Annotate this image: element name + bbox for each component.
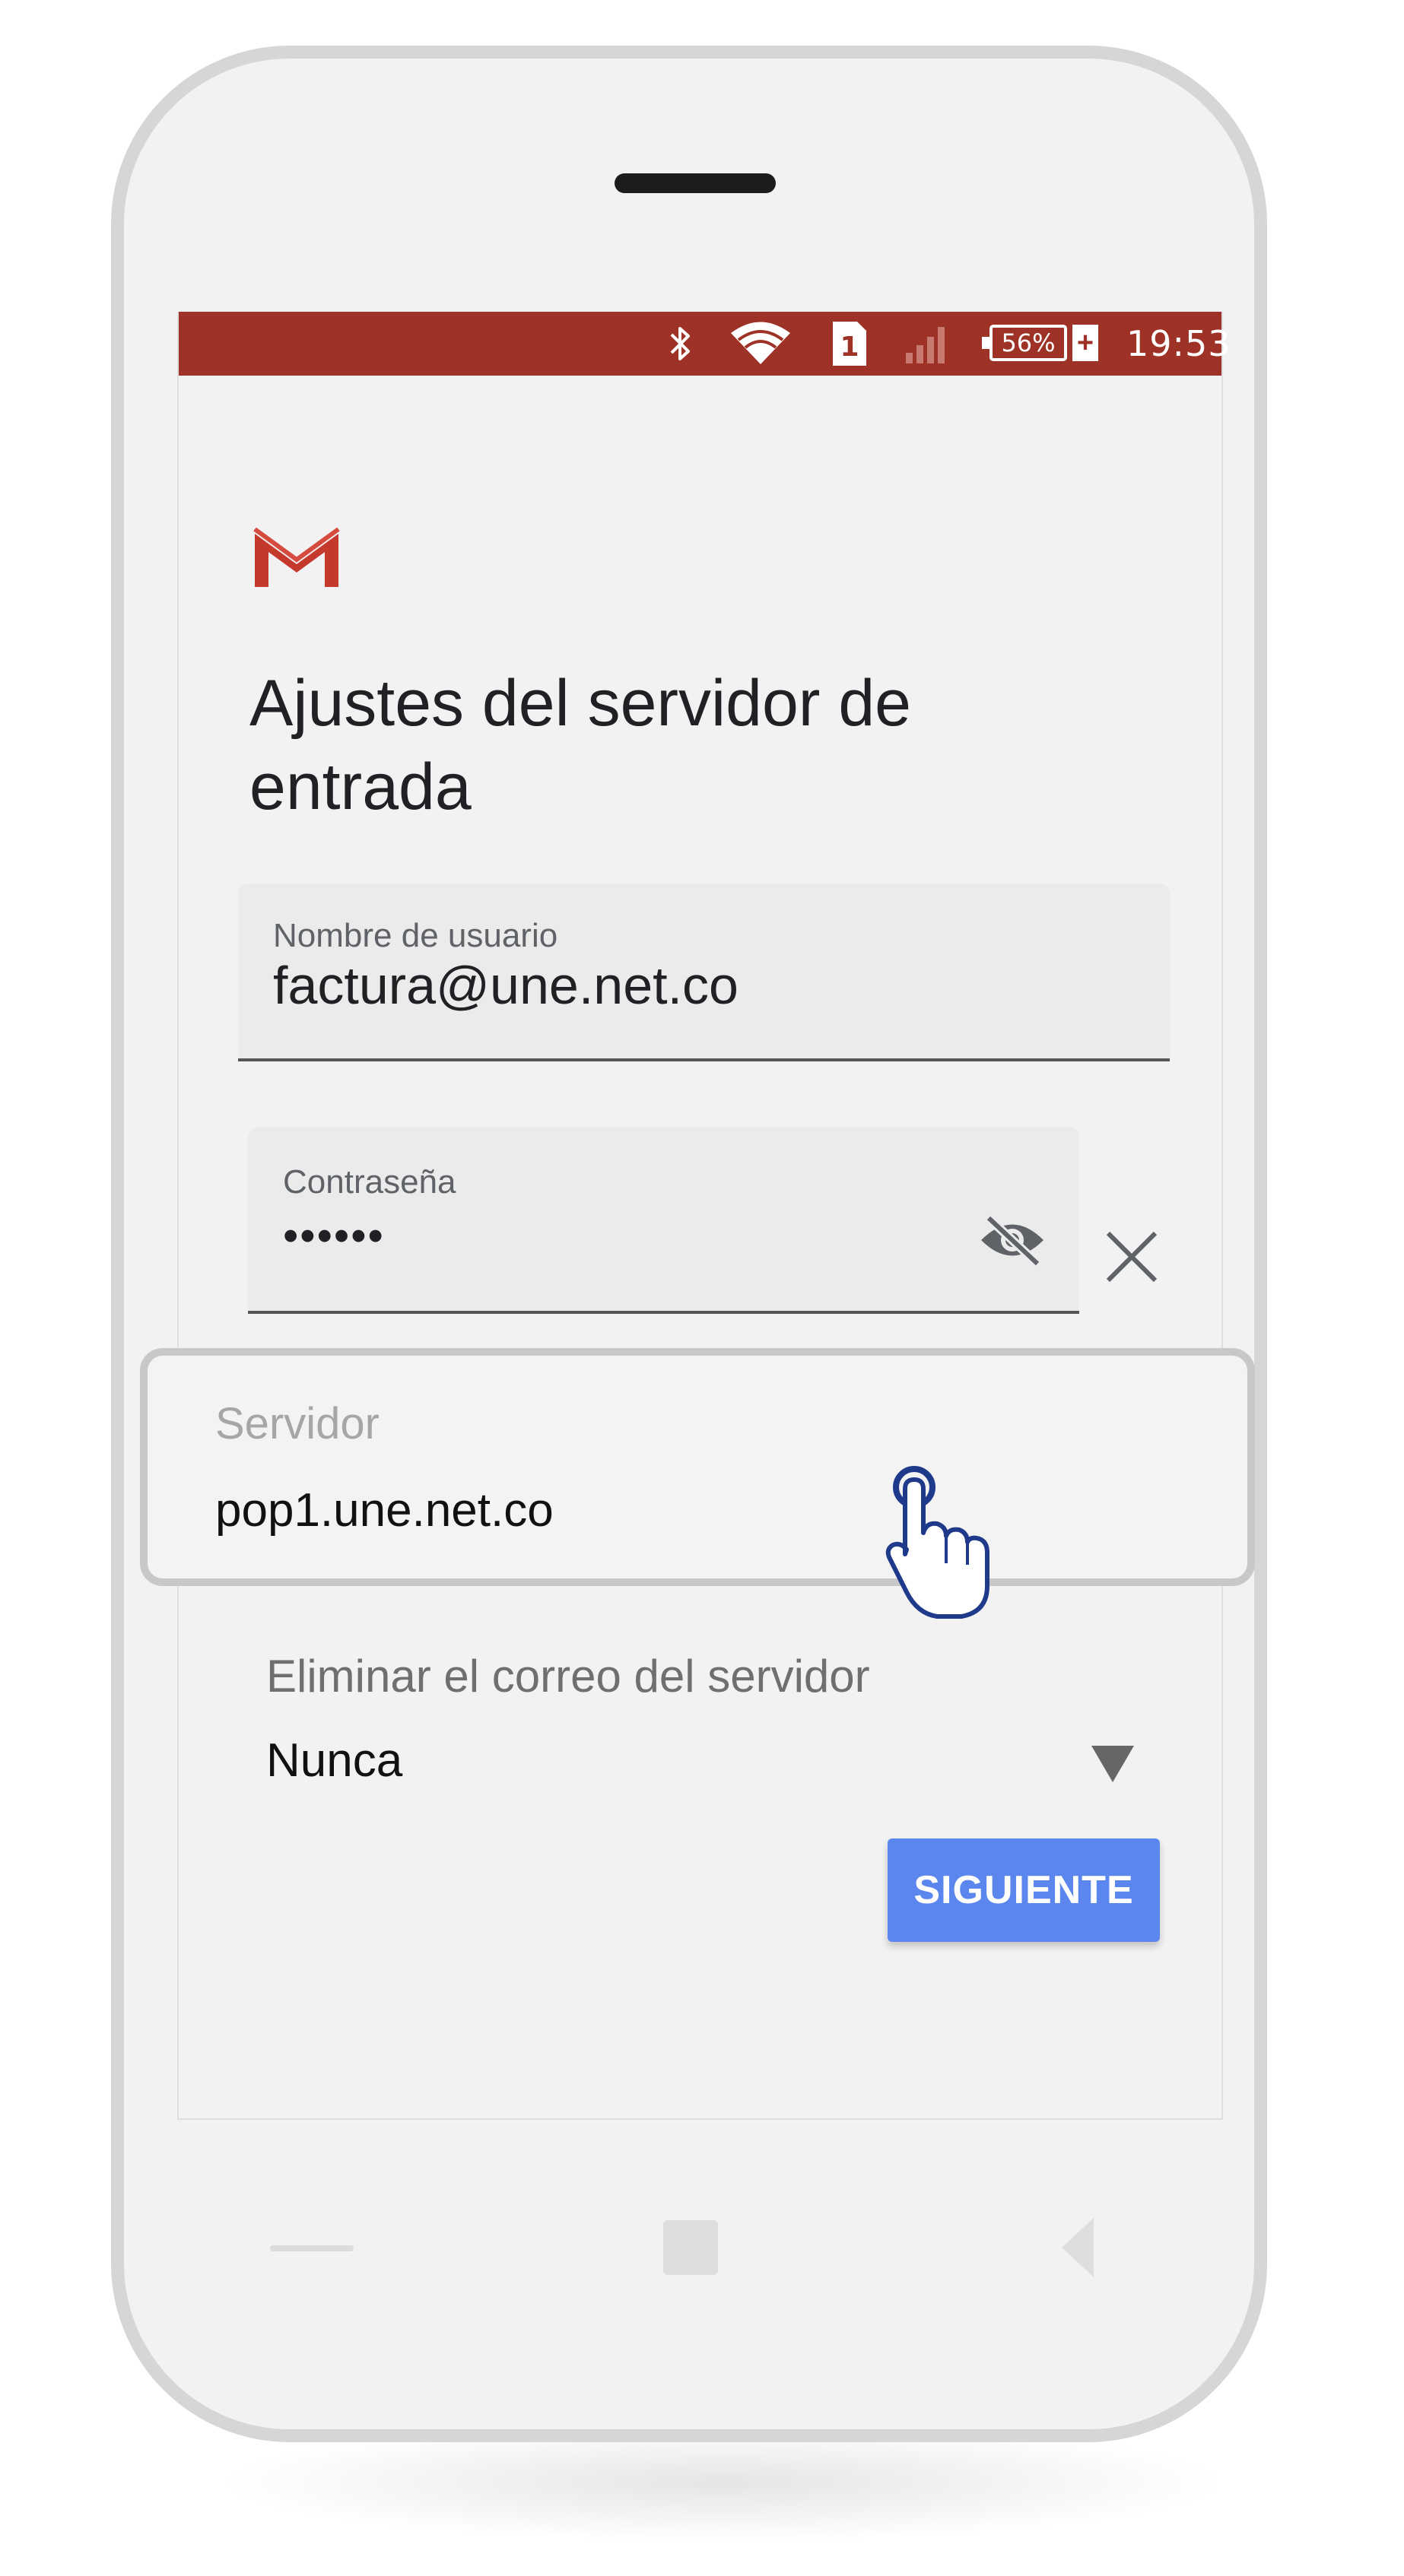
close-icon[interactable] — [1105, 1230, 1158, 1287]
server-field[interactable]: Servidor pop1.une.net.co — [140, 1348, 1255, 1586]
server-value: pop1.une.net.co — [215, 1484, 554, 1537]
svg-text:1: 1 — [840, 332, 859, 363]
signal-icon — [904, 312, 953, 376]
server-label: Servidor — [215, 1399, 380, 1448]
sim-card-icon: 1 — [831, 312, 868, 376]
gmail-logo — [252, 525, 341, 595]
delete-setting-label: Eliminar el correo del servidor — [266, 1651, 870, 1702]
username-field[interactable]: Nombre de usuario factura@une.net.co — [238, 884, 1170, 1061]
username-value: factura@une.net.co — [273, 956, 739, 1015]
back-icon[interactable] — [1062, 2218, 1094, 2277]
password-value: •••••• — [283, 1211, 385, 1261]
password-label: Contraseña — [283, 1163, 456, 1201]
charging-icon: + — [1072, 325, 1098, 361]
next-button[interactable]: SIGUIENTE — [888, 1838, 1160, 1942]
password-field[interactable]: Contraseña •••••• — [248, 1127, 1079, 1314]
hand-pointer-icon — [882, 1458, 996, 1629]
bluetooth-icon — [669, 312, 692, 376]
page-title: Ajustes del servidor de entrada — [249, 667, 911, 823]
home-icon[interactable] — [663, 2220, 718, 2275]
dropdown-arrow-icon[interactable] — [1091, 1746, 1134, 1782]
phone-shadow — [228, 2425, 1217, 2540]
username-label: Nombre de usuario — [273, 917, 558, 954]
recent-apps-icon[interactable] — [270, 2245, 354, 2251]
battery-tip — [982, 337, 989, 349]
visibility-off-icon[interactable] — [978, 1213, 1047, 1271]
battery-icon: 56% — [989, 325, 1067, 361]
wifi-icon — [729, 312, 792, 376]
battery-percentage: 56% — [1001, 328, 1056, 357]
delete-setting-value[interactable]: Nunca — [266, 1734, 402, 1788]
status-bar: 1 56% + 19:53 — [179, 312, 1231, 376]
phone-speaker — [615, 173, 776, 193]
status-time: 19:53 — [1126, 323, 1231, 364]
